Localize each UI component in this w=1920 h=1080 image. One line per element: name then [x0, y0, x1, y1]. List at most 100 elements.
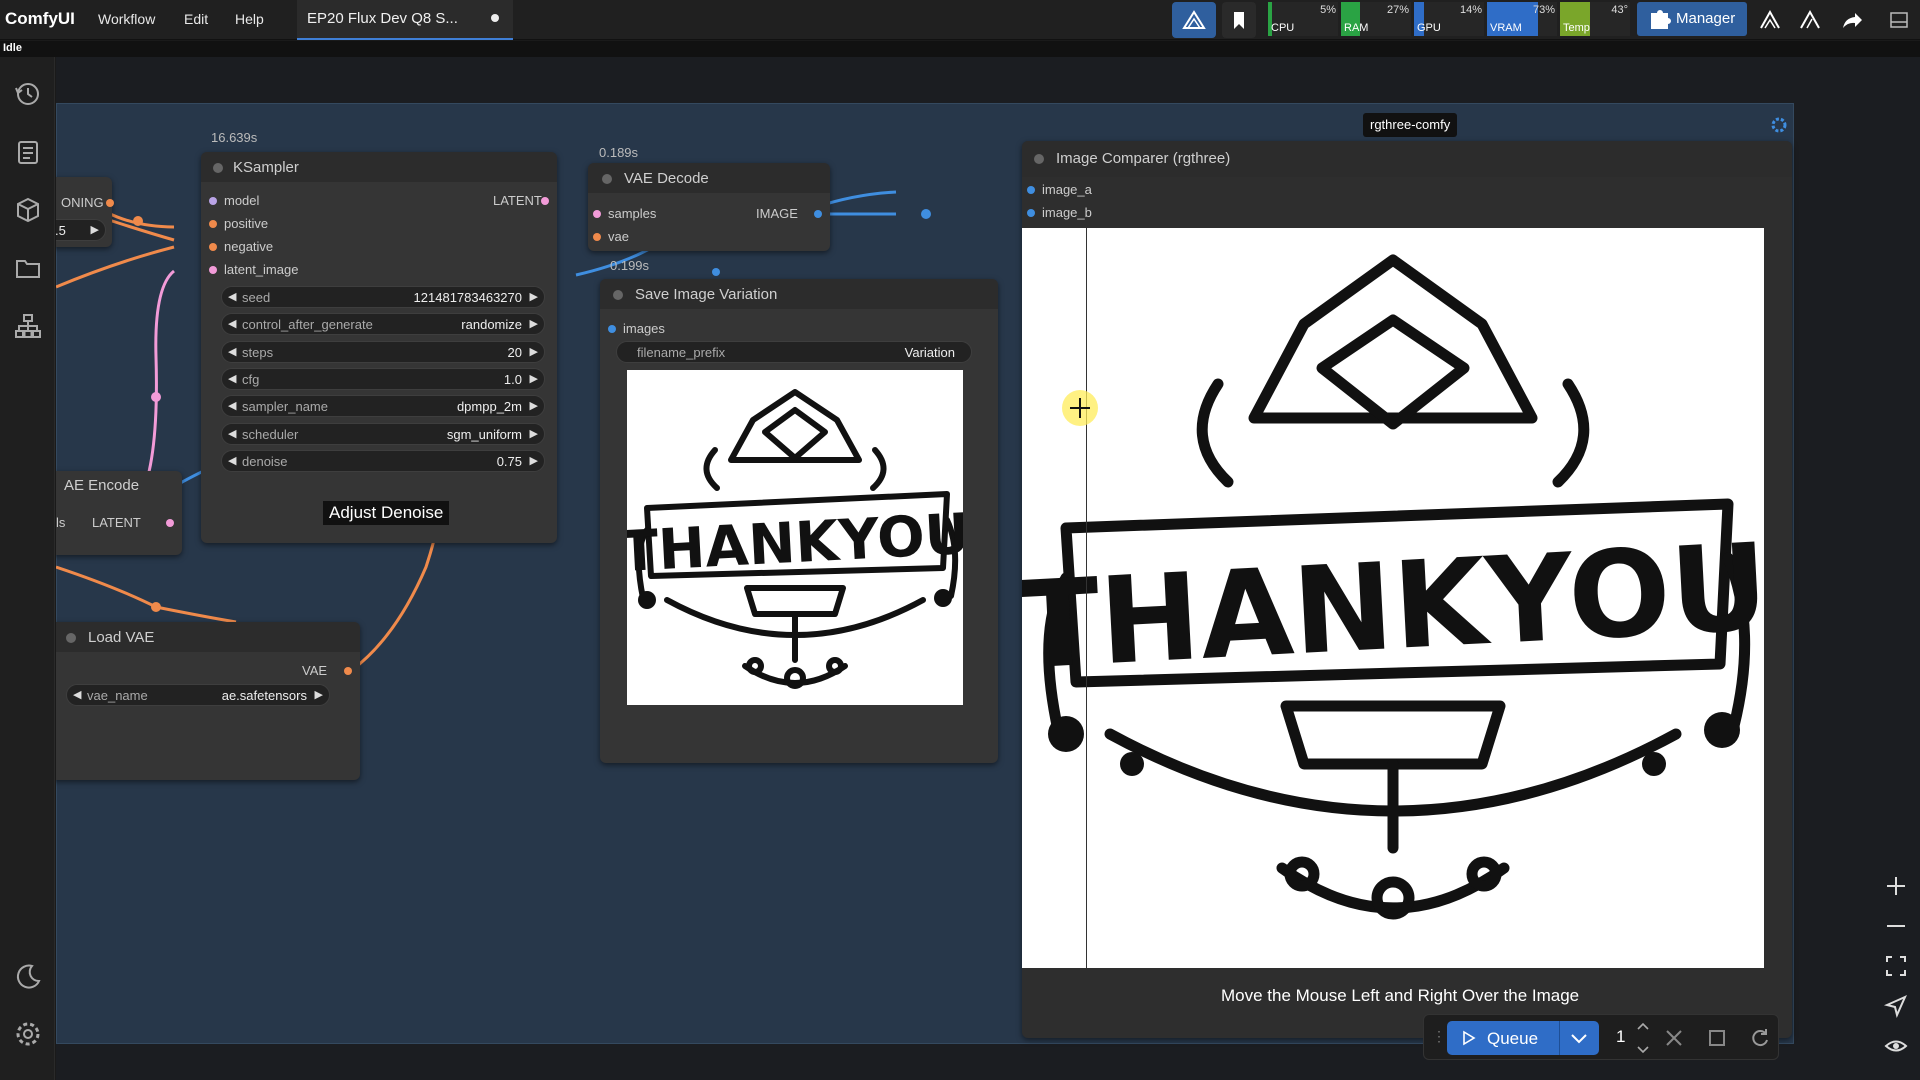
workflow-tab[interactable]: EP20 Flux Dev Q8 S... — [297, 0, 513, 40]
decrement-arrow[interactable]: ◀ — [73, 688, 81, 701]
image-comparer-node[interactable]: Image Comparer (rgthree) image_a image_b — [1015, 141, 1792, 1038]
theme-moon-icon[interactable] — [13, 961, 43, 991]
load-vae-title-bar[interactable]: Load VAE — [56, 622, 360, 652]
menu-edit[interactable]: Edit — [184, 11, 208, 27]
denoise-widget[interactable]: ◀ denoise 0.75 ▶ — [221, 450, 545, 472]
cancel-icon[interactable] — [1664, 1028, 1684, 1048]
model-input-dot[interactable] — [209, 197, 217, 205]
collapse-dot[interactable] — [613, 290, 623, 300]
control-after-generate-widget[interactable]: ◀ control_after_generate randomize ▶ — [221, 313, 545, 335]
increment-arrow[interactable]: ▶ — [530, 454, 538, 467]
queue-button[interactable]: Queue — [1447, 1021, 1599, 1055]
decrement-arrow[interactable]: ◀ — [228, 317, 236, 330]
latent-image-input-dot[interactable] — [209, 266, 217, 274]
save-image-title-bar[interactable]: Save Image Variation — [600, 279, 998, 309]
decrement-arrow[interactable]: ◀ — [228, 454, 236, 467]
seed-widget[interactable]: ◀ seed 121481783463270 ▶ — [221, 286, 545, 308]
comparer-divider[interactable] — [1086, 228, 1087, 968]
node-library-icon[interactable] — [13, 311, 43, 341]
vae-name-widget[interactable]: ◀ vae_name ae.safetensors ▶ — [66, 684, 330, 706]
model-b-button[interactable] — [1793, 2, 1827, 38]
increment-arrow[interactable]: ▶ — [530, 290, 538, 303]
cfg-widget[interactable]: ◀ cfg 1.0 ▶ — [221, 368, 545, 390]
settings-gear-icon[interactable] — [13, 1019, 43, 1049]
vae-decode-node[interactable]: VAE Decode samples vae IMAGE — [588, 163, 830, 251]
zoom-out-icon[interactable] — [1883, 913, 1909, 939]
model-library-icon[interactable] — [13, 195, 43, 225]
comparison-image[interactable]: THANKYOU — [1015, 228, 1771, 968]
image-b-input-dot[interactable] — [1027, 209, 1035, 217]
ksampler-title-bar[interactable]: KSampler — [201, 152, 557, 182]
share-button[interactable] — [1834, 2, 1868, 38]
scheduler-value: sgm_uniform — [446, 427, 522, 442]
bookmark-button[interactable] — [1222, 2, 1256, 38]
manager-button[interactable]: Manager — [1637, 2, 1747, 36]
batch-count-input[interactable]: 1 — [1616, 1027, 1625, 1047]
collapse-dot[interactable] — [213, 163, 223, 173]
conditioning-output-dot[interactable] — [106, 199, 114, 207]
vae-encode-title-bar[interactable]: AE Encode — [56, 471, 182, 501]
folder-icon[interactable] — [13, 253, 43, 283]
cpu-value: 5% — [1320, 4, 1336, 16]
filename-prefix-widget[interactable]: filename_prefix Variation — [616, 341, 972, 363]
images-input: images — [623, 321, 665, 336]
negative-input-dot[interactable] — [209, 243, 217, 251]
send-arrow-icon[interactable] — [1883, 993, 1909, 1019]
load-vae-output-dot[interactable] — [344, 667, 352, 675]
graph-canvas[interactable]: rgthree-comfy ONING .5 ▶ 16.639s KSample… — [56, 57, 1920, 1080]
batch-stepper-icon[interactable] — [1636, 1021, 1650, 1055]
decrement-arrow[interactable]: ◀ — [228, 427, 236, 440]
image-comparer-title: Image Comparer (rgthree) — [1056, 150, 1231, 167]
ksampler-node[interactable]: KSampler model positive negative latent_… — [201, 152, 557, 543]
increment-arrow[interactable]: ▶ — [530, 345, 538, 358]
stop-icon[interactable] — [1707, 1028, 1727, 1048]
latent-output-dot[interactable] — [541, 197, 549, 205]
model-a-button[interactable] — [1753, 2, 1787, 38]
increment-arrow[interactable]: ▶ — [530, 427, 538, 440]
increment-arrow[interactable]: ▶ — [530, 372, 538, 385]
vae-decode-title-bar[interactable]: VAE Decode — [588, 163, 830, 193]
refresh-icon[interactable] — [1749, 1027, 1771, 1049]
eye-icon[interactable] — [1883, 1033, 1909, 1059]
decrement-arrow[interactable]: ◀ — [228, 372, 236, 385]
vae-input-dot[interactable] — [593, 233, 601, 241]
chevron-down-icon[interactable] — [1569, 1031, 1589, 1047]
vae-encode-node-partial[interactable]: AE Encode ls LATENT — [56, 471, 182, 555]
vae-encode-output-dot[interactable] — [166, 519, 174, 527]
image-comparer-title-bar[interactable]: Image Comparer (rgthree) — [1022, 141, 1792, 177]
conditioning-strength-widget[interactable]: .5 ▶ — [56, 219, 106, 241]
collapse-dot[interactable] — [1034, 154, 1044, 164]
collapse-dot[interactable] — [66, 633, 76, 643]
denoise-value: 0.75 — [496, 454, 522, 469]
conditioning-node-partial[interactable]: ONING .5 ▶ — [56, 177, 114, 247]
samples-input-dot[interactable] — [593, 210, 601, 218]
menu-workflow[interactable]: Workflow — [98, 11, 155, 27]
comfy-logo-button[interactable] — [1172, 2, 1216, 38]
image-output-dot[interactable] — [814, 210, 822, 218]
queue-list-icon[interactable] — [13, 137, 43, 167]
panel-toggle-button[interactable] — [1884, 2, 1914, 38]
increment-arrow[interactable]: ▶ — [530, 317, 538, 330]
history-icon[interactable] — [13, 79, 43, 109]
collapse-dot[interactable] — [602, 174, 612, 184]
save-image-node[interactable]: Save Image Variation images filename_pre… — [600, 279, 998, 763]
images-input-dot[interactable] — [608, 325, 616, 333]
steps-widget[interactable]: ◀ steps 20 ▶ — [221, 341, 545, 363]
zoom-in-icon[interactable] — [1883, 873, 1909, 899]
load-vae-node[interactable]: Load VAE VAE ◀ vae_name ae.safetensors ▶ — [56, 622, 360, 780]
increment-arrow[interactable]: ▶ — [315, 688, 323, 701]
increment-arrow[interactable]: ▶ — [91, 223, 99, 236]
fit-view-icon[interactable] — [1883, 953, 1909, 979]
drag-handle-icon[interactable]: ⋮ — [1432, 1028, 1446, 1045]
increment-arrow[interactable]: ▶ — [530, 399, 538, 412]
scheduler-widget[interactable]: ◀ scheduler sgm_uniform ▶ — [221, 423, 545, 445]
decrement-arrow[interactable]: ◀ — [228, 290, 236, 303]
decrement-arrow[interactable]: ◀ — [228, 345, 236, 358]
positive-input-dot[interactable] — [209, 220, 217, 228]
sampler-name-widget[interactable]: ◀ sampler_name dpmpp_2m ▶ — [221, 395, 545, 417]
menu-help[interactable]: Help — [235, 11, 264, 27]
app-brand[interactable]: ComfyUI — [5, 9, 75, 29]
generated-image-preview[interactable]: THANKYOU — [619, 370, 972, 705]
decrement-arrow[interactable]: ◀ — [228, 399, 236, 412]
image-a-input-dot[interactable] — [1027, 186, 1035, 194]
